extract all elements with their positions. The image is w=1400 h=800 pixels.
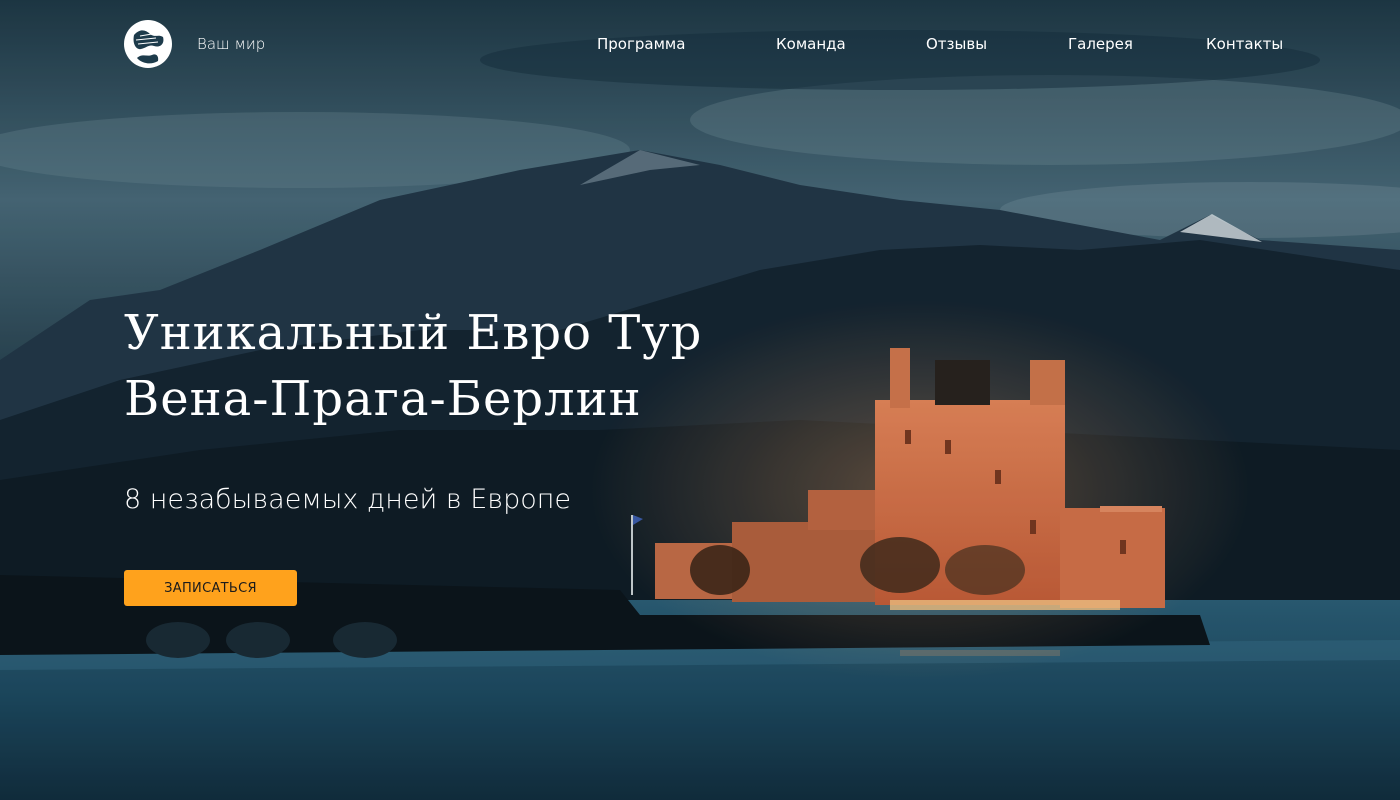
- site-header: Ваш мир Программа Команда Отзывы Галерея…: [0, 0, 1400, 90]
- nav-item-program[interactable]: Программа: [597, 35, 685, 53]
- hero-title-line-2: Вена-Прага-Берлин: [124, 371, 642, 427]
- nav-item-team[interactable]: Команда: [776, 35, 846, 53]
- signup-button[interactable]: ЗАПИСАТЬСЯ: [124, 570, 297, 606]
- nav-item-contacts[interactable]: Контакты: [1206, 35, 1283, 53]
- hero-title: Уникальный Евро Тур Вена-Прага-Берлин: [124, 300, 702, 432]
- nav-item-reviews[interactable]: Отзывы: [926, 35, 987, 53]
- hero-title-line-1: Уникальный Евро Тур: [124, 305, 703, 361]
- hero-subtitle: 8 незабываемых дней в Европе: [124, 484, 572, 515]
- globe-icon[interactable]: [122, 18, 174, 70]
- nav-item-gallery[interactable]: Галерея: [1068, 35, 1133, 53]
- brand-name[interactable]: Ваш мир: [197, 35, 265, 53]
